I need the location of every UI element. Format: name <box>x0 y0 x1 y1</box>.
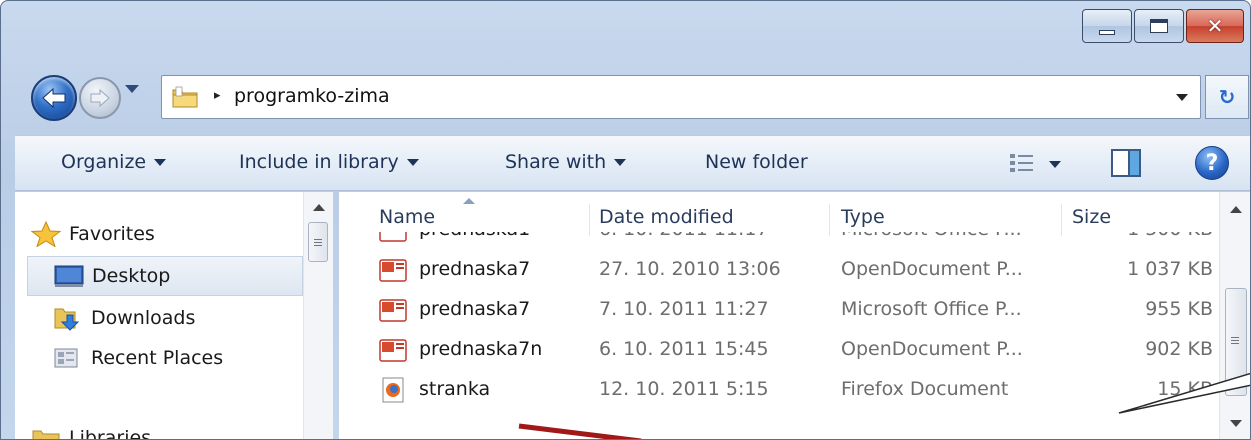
nav-item-downloads[interactable]: Downloads <box>53 298 341 338</box>
file-date: 27. 10. 2010 13:06 <box>599 258 781 280</box>
share-with-menu[interactable]: Share with <box>505 151 627 173</box>
new-folder-button[interactable]: New folder <box>705 151 808 173</box>
organize-label: Organize <box>61 151 147 173</box>
nav-item-label: Downloads <box>91 307 196 329</box>
file-type: Microsoft Office P... <box>841 298 1022 320</box>
file-list-scrollbar[interactable] <box>1219 192 1250 439</box>
file-name: stranka <box>419 378 491 400</box>
new-folder-label: New folder <box>705 151 808 173</box>
table-row[interactable]: prednaska1 6. 10. 2011 11:17 Microsoft O… <box>339 232 1219 250</box>
file-type: OpenDocument P... <box>841 258 1023 280</box>
forward-arrow-icon <box>90 89 110 107</box>
back-arrow-icon <box>42 87 66 109</box>
chevron-down-icon <box>614 158 627 166</box>
table-row[interactable]: prednaska7n 6. 10. 2011 15:45 OpenDocume… <box>339 330 1219 370</box>
nav-pane-scrollbar[interactable] <box>303 192 333 439</box>
back-button[interactable] <box>31 75 77 121</box>
close-button[interactable]: ✕ <box>1186 9 1244 43</box>
file-size: 1 500 KB <box>1093 232 1213 240</box>
chevron-down-icon <box>154 158 167 166</box>
preview-pane-icon[interactable] <box>1111 149 1141 177</box>
change-view-icon[interactable] <box>1009 152 1035 174</box>
caption-buttons: ✕ <box>1082 9 1244 43</box>
recent-pages-dropdown[interactable] <box>125 85 139 93</box>
column-header-size[interactable]: Size <box>1072 206 1111 228</box>
file-date: 6. 10. 2011 11:17 <box>599 232 769 240</box>
forward-button[interactable] <box>79 77 121 119</box>
file-date: 7. 10. 2011 11:27 <box>599 298 769 320</box>
scroll-up-icon[interactable] <box>1230 206 1242 213</box>
minimize-icon <box>1099 29 1115 35</box>
refresh-button[interactable]: ↻ <box>1205 75 1249 119</box>
firefox-document-icon <box>382 377 404 403</box>
file-type: Microsoft Office P... <box>841 232 1022 240</box>
table-row[interactable]: prednaska7 7. 10. 2011 11:27 Microsoft O… <box>339 290 1219 330</box>
file-date: 6. 10. 2011 15:45 <box>599 338 769 360</box>
file-type: Firefox Document <box>841 378 1009 400</box>
file-size: 15 KB <box>1157 378 1213 400</box>
nav-item-label: Recent Places <box>91 347 224 369</box>
file-size: 955 KB <box>1145 298 1213 320</box>
breadcrumb-separator[interactable]: ▸ <box>214 88 221 103</box>
nav-item-desktop[interactable]: Desktop <box>27 256 303 296</box>
table-row[interactable]: prednaska7 27. 10. 2010 13:06 OpenDocume… <box>339 250 1219 290</box>
include-in-library-label: Include in library <box>239 151 399 173</box>
nav-item-label: Libraries <box>69 427 152 440</box>
navigation-bar: ▸ programko-zima ↻ <box>1 63 1250 129</box>
libraries-icon <box>32 430 60 439</box>
desktop-icon <box>54 265 84 287</box>
file-rows: prednaska1 6. 10. 2011 11:17 Microsoft O… <box>339 232 1219 439</box>
navigation-pane: Favorites Desktop Downloads Recent Place… <box>15 192 333 440</box>
column-header-date-modified[interactable]: Date modified <box>599 206 734 228</box>
breadcrumb-current-folder[interactable]: programko-zima <box>234 85 390 107</box>
presentation-icon <box>379 232 407 242</box>
nav-item-libraries[interactable]: Libraries <box>31 418 319 440</box>
file-list-scrollbar-thumb[interactable] <box>1225 288 1247 396</box>
organize-menu[interactable]: Organize <box>61 151 167 173</box>
folder-icon <box>172 86 198 108</box>
nav-item-favorites[interactable]: Favorites <box>31 214 319 254</box>
address-history-dropdown[interactable] <box>1176 94 1188 101</box>
file-size: 902 KB <box>1145 338 1213 360</box>
refresh-icon: ↻ <box>1218 85 1236 109</box>
close-icon: ✕ <box>1206 14 1224 38</box>
recent-places-icon <box>54 348 78 368</box>
column-header-name[interactable]: Name <box>379 206 435 228</box>
downloads-folder-icon <box>54 308 80 331</box>
explorer-window: ✕ ▸ programko-zima ↻ Organize Include in… <box>0 0 1251 440</box>
command-bar: Organize Include in library Share with N… <box>15 135 1250 191</box>
share-with-label: Share with <box>505 151 607 173</box>
maximize-icon <box>1150 19 1168 33</box>
file-name: prednaska7 <box>419 258 531 280</box>
maximize-button[interactable] <box>1134 9 1184 43</box>
include-in-library-menu[interactable]: Include in library <box>239 151 419 173</box>
file-type: OpenDocument P... <box>841 338 1023 360</box>
file-name: prednaska7 <box>419 298 531 320</box>
star-icon <box>31 221 61 247</box>
scroll-up-icon[interactable] <box>313 204 325 211</box>
nav-scrollbar-thumb[interactable] <box>308 222 328 262</box>
file-name: prednaska1 <box>419 232 530 240</box>
sort-ascending-icon <box>463 198 475 204</box>
address-bar[interactable]: ▸ programko-zima <box>161 75 1201 119</box>
file-list: Name Date modified Type Size prednaska1 … <box>339 192 1250 439</box>
chevron-down-icon <box>406 158 419 166</box>
table-row[interactable]: stranka 12. 10. 2011 5:15 Firefox Docume… <box>339 370 1219 410</box>
presentation-icon <box>379 259 407 282</box>
presentation-icon <box>379 299 407 322</box>
file-date: 12. 10. 2011 5:15 <box>599 378 769 400</box>
file-name: prednaska7n <box>419 338 543 360</box>
nav-item-label: Desktop <box>92 265 171 287</box>
presentation-icon <box>379 339 407 362</box>
nav-item-label: Favorites <box>69 223 155 245</box>
file-size: 1 037 KB <box>1127 258 1213 280</box>
nav-item-recent-places[interactable]: Recent Places <box>53 338 341 378</box>
minimize-button[interactable] <box>1082 9 1132 43</box>
column-header-type[interactable]: Type <box>841 206 885 228</box>
views-dropdown-icon[interactable] <box>1049 161 1061 168</box>
help-icon[interactable]: ? <box>1195 146 1229 180</box>
scroll-down-icon[interactable] <box>1230 420 1242 427</box>
